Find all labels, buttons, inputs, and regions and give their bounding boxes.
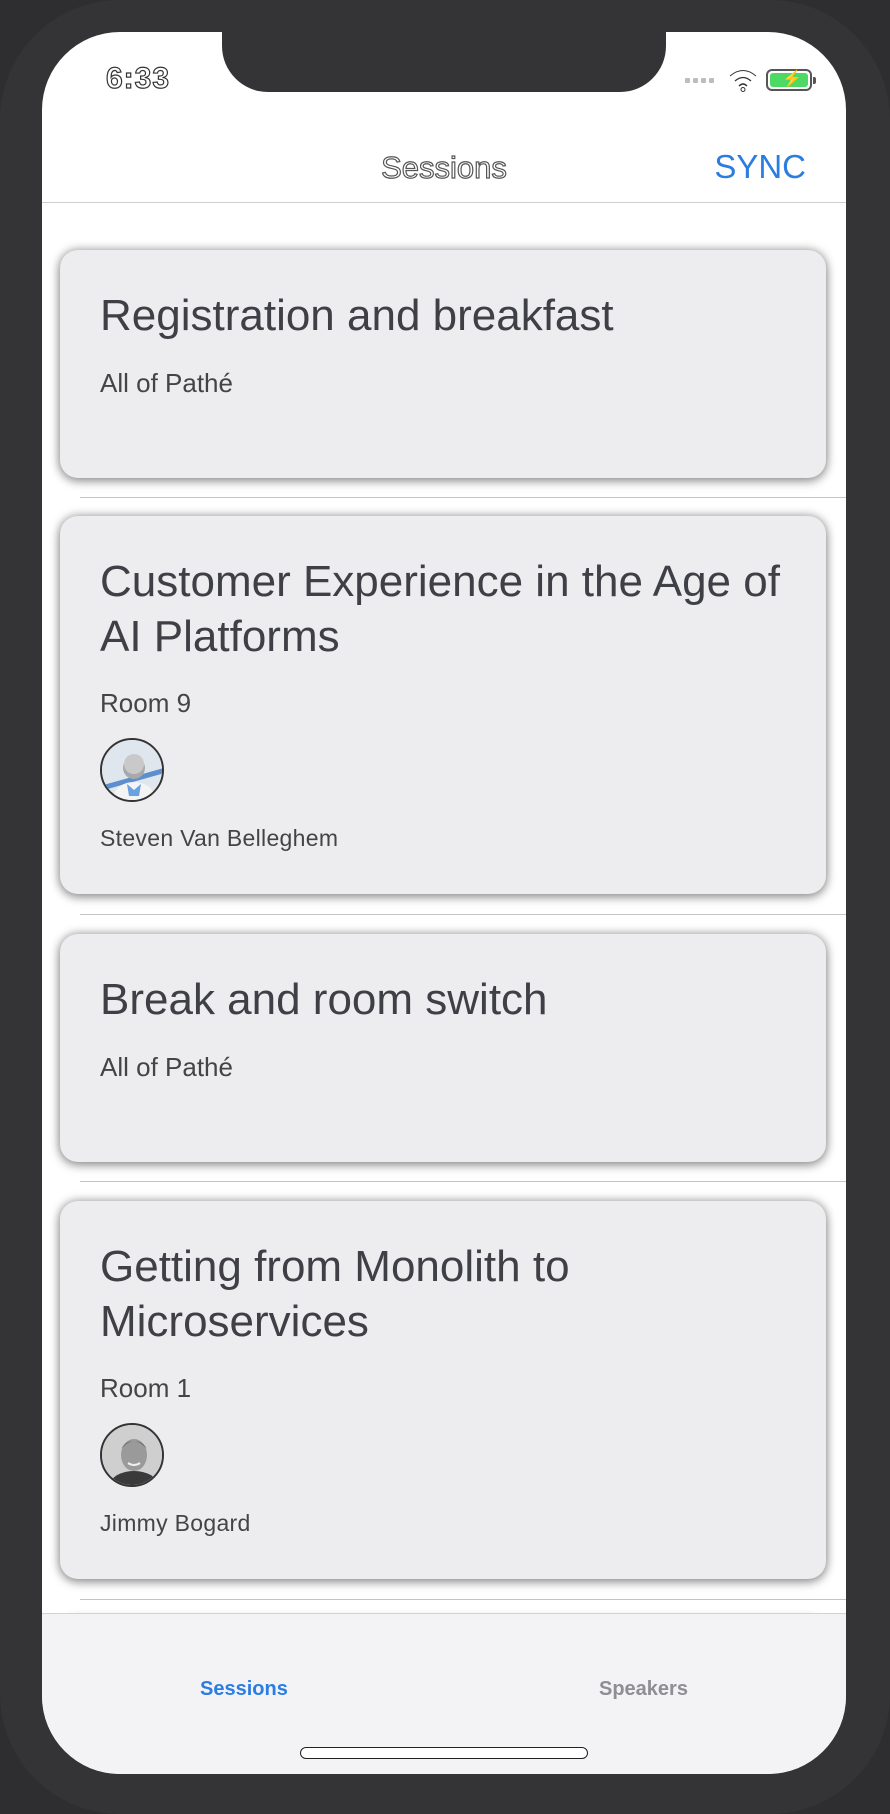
device-frame: 6:33 ⚡ Sessions SYNC Registration and br… bbox=[0, 0, 890, 1814]
list-separator bbox=[80, 914, 846, 915]
session-card[interactable]: Customer Experience in the Age of AI Pla… bbox=[60, 516, 826, 894]
list-separator bbox=[80, 1181, 846, 1182]
tab-sessions[interactable]: Sessions bbox=[200, 1678, 288, 1701]
session-title: Registration and breakfast bbox=[100, 291, 614, 340]
screen: 6:33 ⚡ Sessions SYNC Registration and br… bbox=[42, 32, 846, 1774]
tab-speakers[interactable]: Speakers bbox=[599, 1678, 688, 1701]
speaker-name: Jimmy Bogard bbox=[100, 1510, 251, 1536]
session-room: Room 1 bbox=[100, 1373, 192, 1403]
speaker-avatar[interactable] bbox=[100, 738, 164, 802]
sync-button[interactable]: SYNC bbox=[714, 148, 806, 186]
session-card[interactable]: Break and room switch All of Pathé bbox=[60, 934, 826, 1162]
speaker-avatar[interactable] bbox=[100, 1423, 164, 1487]
device-notch bbox=[222, 32, 666, 92]
session-list[interactable]: Registration and breakfast All of Pathé … bbox=[42, 203, 846, 1613]
speaker-photo-icon bbox=[102, 1425, 162, 1485]
navigation-bar: Sessions SYNC bbox=[42, 132, 846, 203]
session-card[interactable]: Registration and breakfast All of Pathé bbox=[60, 250, 826, 478]
speaker-name: Steven Van Belleghem bbox=[100, 825, 339, 851]
battery-charging-icon: ⚡ bbox=[766, 69, 816, 91]
list-separator bbox=[80, 1599, 846, 1600]
session-room: All of Pathé bbox=[100, 368, 233, 398]
session-title: Customer Experience in the Age of AI Pla… bbox=[100, 557, 780, 661]
session-room: All of Pathé bbox=[100, 1052, 233, 1082]
wifi-icon bbox=[729, 69, 757, 92]
list-separator bbox=[80, 497, 846, 498]
speaker-photo-icon bbox=[102, 740, 162, 800]
cellular-signal-icon bbox=[685, 77, 714, 83]
session-title: Break and room switch bbox=[100, 975, 548, 1024]
session-card[interactable]: Getting from Monolith to Microservices R… bbox=[60, 1201, 826, 1579]
status-time: 6:33 bbox=[105, 61, 171, 95]
status-icons: ⚡ bbox=[685, 66, 816, 94]
home-indicator[interactable] bbox=[300, 1747, 588, 1759]
session-title: Getting from Monolith to Microservices bbox=[100, 1242, 570, 1346]
session-room: Room 9 bbox=[100, 688, 192, 718]
